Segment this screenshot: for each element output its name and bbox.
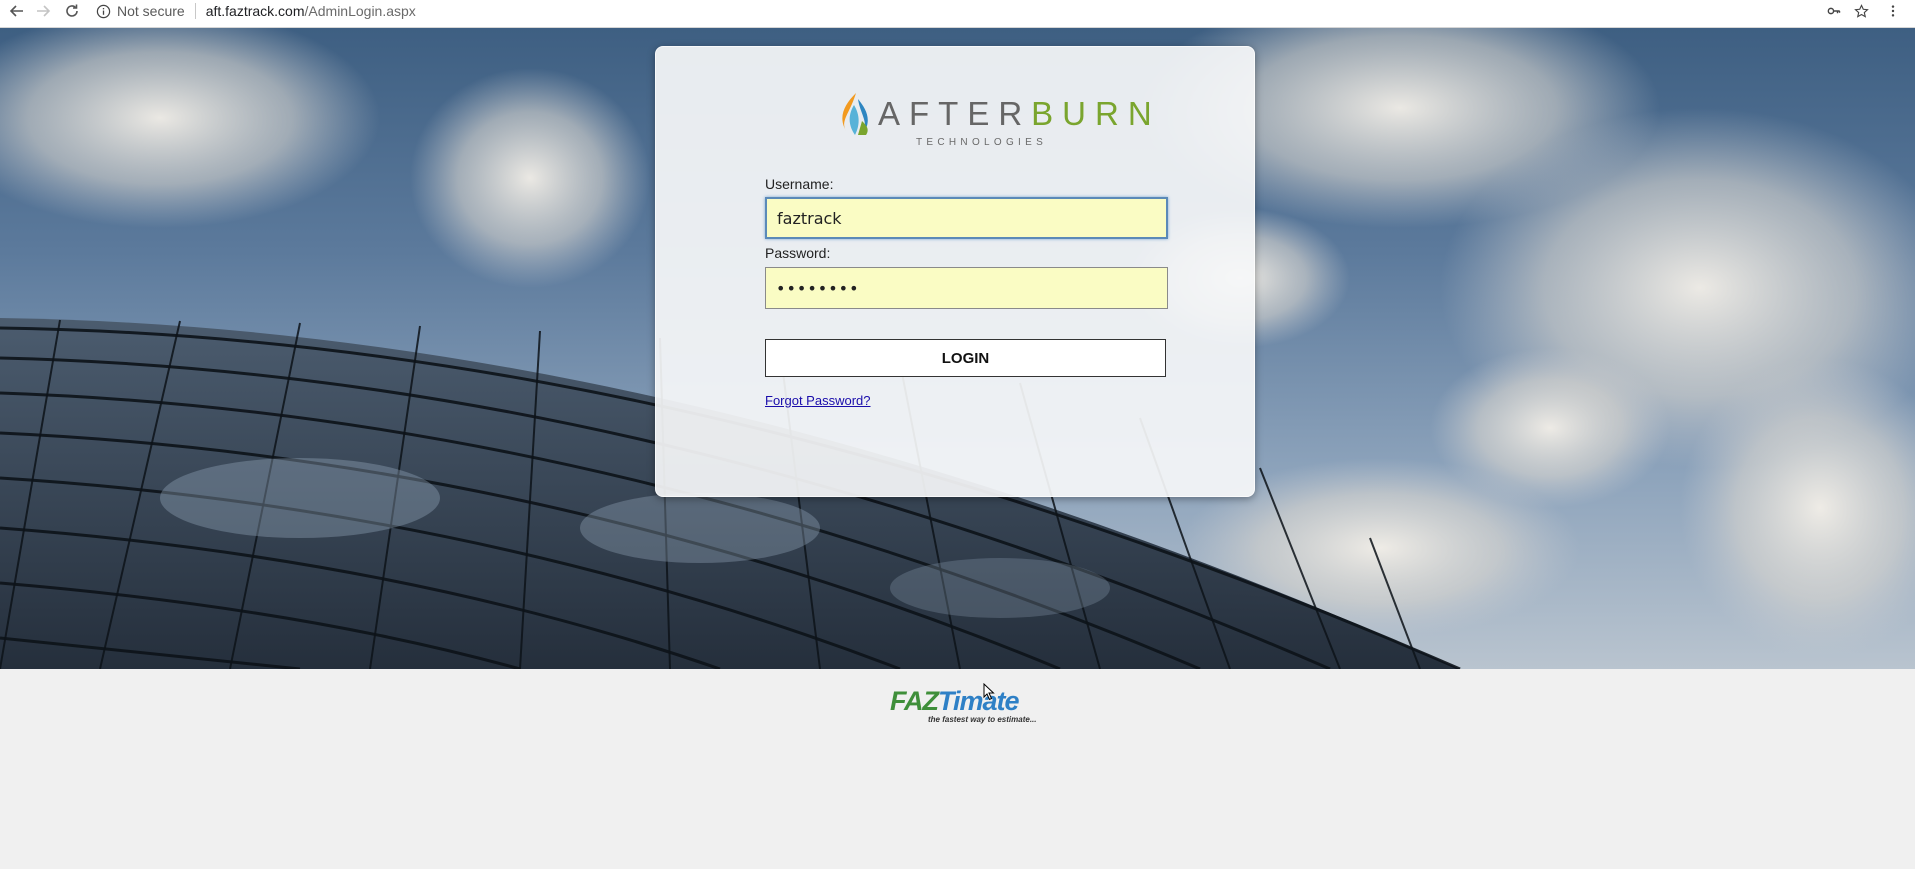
browser-toolbar: Not secure aft.faztrack.com/AdminLogin.a… xyxy=(0,0,1915,28)
omnibox-divider xyxy=(194,3,196,19)
faztimate-faz: FAZ xyxy=(890,686,939,716)
forgot-password-link[interactable]: Forgot Password? xyxy=(765,393,871,408)
star-icon[interactable] xyxy=(1850,0,1872,22)
mouse-cursor-icon xyxy=(983,683,995,701)
brand-word-after: AFTER xyxy=(878,95,1032,132)
brand-subtitle: TECHNOLOGIES xyxy=(916,137,1048,148)
faztimate-timate: Timate xyxy=(938,686,1020,716)
login-button[interactable]: LOGIN xyxy=(765,339,1166,377)
url-host: aft.faztrack.com xyxy=(205,3,305,19)
password-field[interactable] xyxy=(765,267,1168,309)
kebab-menu-icon[interactable] xyxy=(1882,0,1904,22)
faztimate-wordmark: FAZTimate xyxy=(890,686,1020,716)
username-field[interactable] xyxy=(765,197,1168,239)
brand-wordmark: AFTERBURN xyxy=(878,97,1161,130)
security-status[interactable]: Not secure xyxy=(117,3,185,19)
reload-icon[interactable] xyxy=(61,0,83,22)
forward-arrow-icon[interactable] xyxy=(32,0,54,22)
password-label: Password: xyxy=(765,245,831,261)
faztimate-tagline: the fastest way to estimate... xyxy=(928,715,1037,724)
faztimate-logo: FAZTimate the fastest way to estimate... xyxy=(890,688,1040,726)
key-icon[interactable] xyxy=(1823,0,1845,22)
brand-word-burn: BURN xyxy=(1031,95,1161,132)
login-card: AFTERBURN TECHNOLOGIES Username: Passwor… xyxy=(655,46,1255,497)
afterburn-logo: AFTERBURN TECHNOLOGIES xyxy=(836,89,1152,159)
username-label: Username: xyxy=(765,176,834,192)
back-arrow-icon[interactable] xyxy=(6,0,28,22)
info-icon[interactable] xyxy=(96,4,111,19)
flame-icon xyxy=(842,93,868,135)
address-bar[interactable]: Not secure aft.faztrack.com/AdminLogin.a… xyxy=(90,0,1875,22)
url-path: /AdminLogin.aspx xyxy=(304,3,416,19)
